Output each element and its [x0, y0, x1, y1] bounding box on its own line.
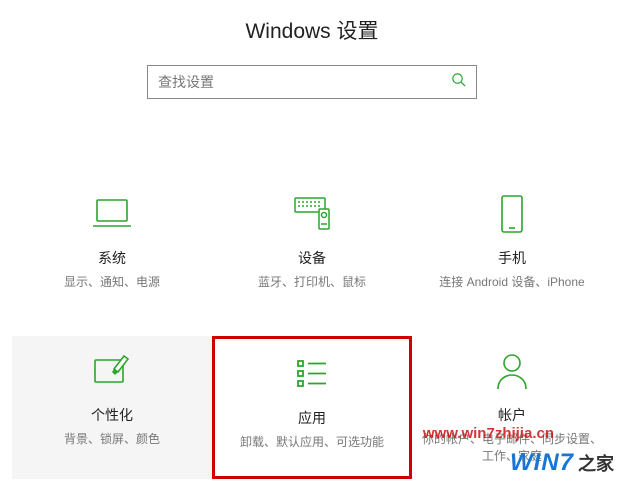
tile-title: 帐户: [498, 405, 526, 425]
tile-desc: 蓝牙、打印机、鼠标: [258, 274, 366, 291]
tile-title: 应用: [298, 408, 326, 428]
tile-title: 设备: [298, 248, 326, 268]
tile-devices[interactable]: 设备 蓝牙、打印机、鼠标: [212, 179, 412, 306]
tile-desc: 显示、通知、电源: [64, 274, 160, 291]
search-input[interactable]: [158, 74, 451, 90]
tile-apps[interactable]: 应用 卸载、默认应用、可选功能: [212, 336, 412, 480]
devices-icon: [291, 194, 333, 234]
search-box[interactable]: [147, 65, 477, 99]
tile-phone[interactable]: 手机 连接 Android 设备、iPhone: [412, 179, 612, 306]
apps-icon: [291, 354, 333, 394]
tile-desc: 背景、锁屏、颜色: [64, 431, 160, 448]
page-title: Windows 设置: [0, 15, 624, 45]
laptop-icon: [91, 194, 133, 234]
phone-icon: [491, 194, 533, 234]
tile-desc: 你的帐户、电子邮件、同步设置、工作、家庭: [422, 431, 602, 465]
tile-desc: 卸载、默认应用、可选功能: [240, 434, 384, 451]
tile-title: 系统: [98, 248, 126, 268]
tile-title: 个性化: [91, 405, 133, 425]
header: Windows 设置: [0, 0, 624, 119]
tile-system[interactable]: 系统 显示、通知、电源: [12, 179, 212, 306]
settings-grid: 系统 显示、通知、电源 设备: [0, 179, 624, 479]
personalization-icon: [91, 351, 133, 391]
tile-personalization[interactable]: 个性化 背景、锁屏、颜色: [12, 336, 212, 480]
tile-accounts[interactable]: 帐户 你的帐户、电子邮件、同步设置、工作、家庭: [412, 336, 612, 480]
tile-desc: 连接 Android 设备、iPhone: [439, 274, 584, 291]
tile-title: 手机: [498, 248, 526, 268]
account-icon: [491, 351, 533, 391]
search-icon: [451, 72, 466, 92]
